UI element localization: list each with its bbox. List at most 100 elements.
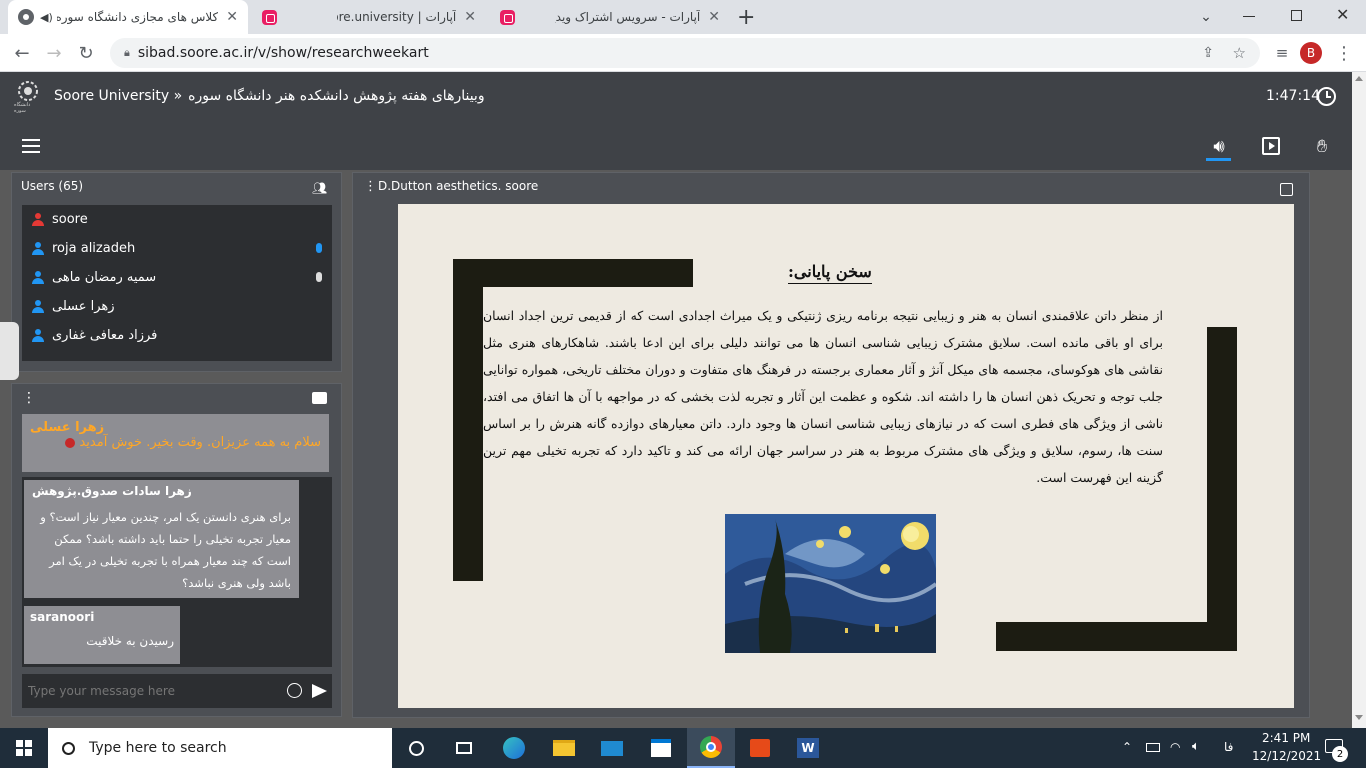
battery-icon[interactable] [1146,743,1160,752]
tab-aparat-main[interactable]: آپارات - سرویس اشتراک ویدیو ✕ [490,0,730,34]
user-list: soore roja alizadeh سمیه رمضان ماهی زهرا عس… [22,205,332,361]
active-indicator [1206,158,1231,161]
url-text: sibad.soore.ac.ir/v/show/researchweekart [137,45,429,61]
soore-logo: دانشگاه سوره [14,80,42,114]
side-collapse-tab[interactable] [0,322,19,380]
user-name: soore [52,212,88,227]
close-tab-icon[interactable]: ✕ [226,9,238,25]
user-icon [32,299,44,314]
user-icon [32,212,44,227]
app-action-bar: 🔊︎ ✋︎ [0,122,1352,170]
search-icon [62,741,75,755]
chat-message-input[interactable] [22,674,282,708]
pinned-author: زهرا عسلی [30,420,105,435]
cortana-icon[interactable] [392,728,440,768]
windows-start-icon[interactable] [0,728,48,768]
pinned-text: سلام به همه عزیزان. وقت بخیر. خوش آمدید [79,435,321,450]
chrome-taskbar-icon[interactable] [687,728,735,768]
tab-aparat-soore[interactable]: آپارات | soore.university ✕ [252,0,486,34]
app-header: دانشگاه سوره Soore University » وبینارها… [0,72,1352,122]
restore-button[interactable] [1291,10,1302,21]
user-name: فرزاد معافی غفاری [52,328,158,343]
user-name: سمیه رمضان ماهی [52,270,157,285]
taskbar-search-placeholder: Type here to search [89,740,227,756]
room-title: وبینارهای هفته پژوهش دانشکده هنر دانشگاه… [188,88,485,104]
user-list-item[interactable]: فرزاد معافی غفاری [22,321,332,350]
bookmark-star-icon[interactable]: ☆ [1233,44,1246,62]
tab-soore-classroom[interactable]: ◀) کلاس های مجازی دانشگاه سوره ✕ [8,0,248,34]
slide: سخن پایانی: از منظر داتن علاقمندی انسان … [398,204,1294,708]
microphone-icon [316,242,322,256]
close-window-button[interactable]: ✕ [1336,5,1349,24]
chat-input-box [22,674,332,708]
edge-icon[interactable] [490,728,538,768]
raise-hand-icon[interactable]: ✋︎ [1310,134,1334,158]
presentation-options-icon[interactable]: ⋮ [364,179,377,194]
share-screen-icon[interactable] [1262,137,1280,155]
minimize-presentation-icon[interactable] [1280,183,1293,196]
user-list-item[interactable]: soore [22,205,332,234]
slide-body: از منظر داتن علاقمندی انسان به هنر و زیب… [483,308,1163,485]
user-icon [32,270,44,285]
volume-icon[interactable]: 🔈︎ [1192,739,1200,754]
microphone-icon [316,271,322,285]
starry-night-image [725,514,936,653]
send-icon[interactable] [312,684,327,698]
user-list-item[interactable]: roja alizadeh [22,234,332,263]
reload-icon[interactable]: ↻ [72,34,100,72]
app-taskbar-icon[interactable] [736,728,784,768]
slide-decor-top-bar [453,259,693,287]
tab-search-icon[interactable]: ⌄ [1196,7,1216,27]
share-icon[interactable]: ⇪ [1202,45,1214,61]
user-list-item[interactable]: زهرا عسلی [22,292,332,321]
menu-kebab-icon[interactable]: ⋮ [1330,34,1358,72]
close-tab-icon[interactable]: ✕ [708,9,720,25]
clock-time[interactable]: 2:41 PM [1262,731,1310,745]
users-group-icon[interactable]: 👥︎ [312,181,327,195]
slide-decor-left-bar [453,259,483,581]
aparat-icon [500,9,515,25]
word-icon[interactable]: W [784,728,832,768]
store-icon[interactable] [637,728,685,768]
task-view-icon[interactable] [440,728,488,768]
user-icon [32,328,44,343]
chat-icon[interactable] [312,392,327,404]
chat-message: saranoori رسیدن به خلاقیت [24,606,180,664]
profile-avatar[interactable]: B [1300,42,1322,64]
mail-icon[interactable] [588,728,636,768]
page-scrollbar[interactable] [1352,72,1366,728]
speaker-volume-icon[interactable]: 🔊︎ [1206,134,1232,158]
back-arrow-icon[interactable]: ← [8,34,36,72]
aparat-icon [262,9,277,25]
wifi-icon[interactable]: ◠ [1170,740,1180,754]
tab-title: آپارات - سرویس اشتراک ویدیو [555,10,701,24]
tab-title: آپارات | soore.university [337,10,457,24]
chat-panel: ⋮ زهرا عسلی سلام به همه عزیزان. وقت بخیر… [11,383,342,717]
speaker-icon: ◀) [40,10,53,24]
message-author: زهرا سادات صدوق.پژوهش [32,484,192,498]
language-indicator[interactable]: فا [1224,740,1233,754]
hamburger-menu-icon[interactable] [22,139,40,153]
slide-heading: سخن پایانی: [788,262,872,284]
forward-arrow-icon[interactable]: → [40,34,68,72]
windows-taskbar: Type here to search W ⌃ ◠ 🔈︎ فا 2:41 PM … [0,728,1366,768]
browser-tab-bar: ◀) کلاس های مجازی دانشگاه سوره ✕ آپارات … [0,0,1366,34]
rose-icon [65,437,76,448]
new-tab-button[interactable]: + [737,5,755,30]
emoji-icon[interactable] [287,683,302,698]
reading-list-icon[interactable]: ≡ [1268,34,1296,72]
chat-options-icon[interactable]: ⋮ [22,390,36,406]
tray-chevron-icon[interactable]: ⌃ [1122,740,1132,754]
brand-name: Soore University » [54,88,183,104]
taskbar-search[interactable]: Type here to search [48,728,392,768]
file-explorer-icon[interactable] [540,728,588,768]
user-name: roja alizadeh [52,241,136,256]
message-text: برای هنری دانستن یک امر، چندین معیار نیا… [40,510,291,590]
close-tab-icon[interactable]: ✕ [464,9,476,25]
minimize-button[interactable] [1243,16,1255,17]
notification-count: 2 [1332,746,1348,762]
address-bar[interactable]: 🔒︎ sibad.soore.ac.ir/v/show/researchweek… [110,38,1260,68]
tab-title: کلاس های مجازی دانشگاه سوره [56,10,219,24]
user-list-item[interactable]: سمیه رمضان ماهی [22,263,332,292]
clock-date[interactable]: 12/12/2021 [1252,749,1321,763]
